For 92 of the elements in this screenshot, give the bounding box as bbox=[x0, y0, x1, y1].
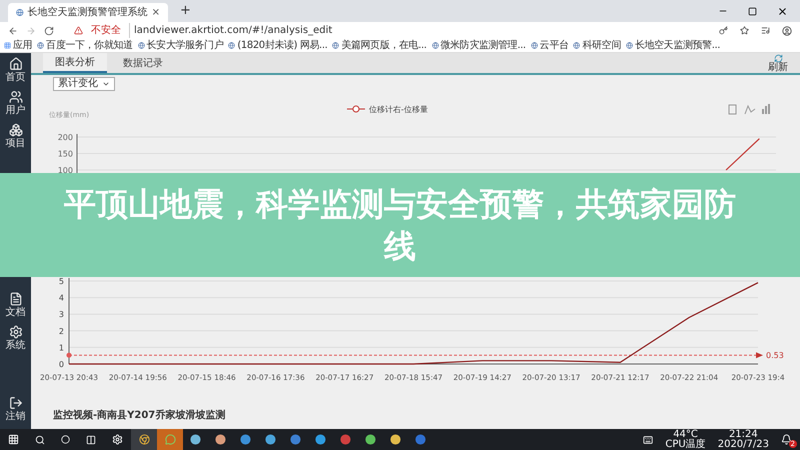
dropdown[interactable]: 累计变化 bbox=[53, 77, 115, 91]
circle-icon[interactable] bbox=[61, 435, 70, 444]
refresh-button[interactable]: 刷新 bbox=[768, 54, 788, 72]
y-tick-label: 150 bbox=[58, 150, 73, 158]
temperature-value: 44°C bbox=[673, 430, 698, 440]
y-tick-label: 5 bbox=[58, 277, 64, 286]
bookmark[interactable]: 云平台 bbox=[540, 40, 568, 50]
search-icon[interactable] bbox=[35, 434, 45, 444]
warning-icon bbox=[74, 26, 83, 35]
y-tick-label: 1 bbox=[58, 343, 64, 352]
flag-marker-icon bbox=[756, 352, 763, 358]
globe-icon bbox=[530, 42, 538, 49]
y-tick-label: 0 bbox=[58, 360, 64, 369]
clock-time: 21:24 bbox=[728, 430, 758, 440]
app-icon[interactable] bbox=[390, 434, 401, 445]
browser-tab[interactable]: 长地空天监测预警管理系统 × bbox=[8, 3, 168, 22]
new-tab-button[interactable]: + bbox=[180, 0, 191, 20]
notification-icon[interactable] bbox=[781, 434, 792, 445]
star-icon[interactable] bbox=[740, 26, 749, 35]
bookmark[interactable]: 美篇网页版，在电... bbox=[341, 40, 427, 50]
site-icon bbox=[16, 8, 24, 17]
app-icon[interactable] bbox=[215, 434, 226, 445]
tab[interactable]: 数据记录 bbox=[111, 53, 175, 73]
app-icon[interactable] bbox=[265, 434, 276, 445]
back-icon[interactable] bbox=[8, 26, 18, 36]
document-icon bbox=[728, 104, 736, 114]
task-view-icon[interactable] bbox=[86, 434, 96, 444]
bookmark[interactable]: 应用 bbox=[13, 40, 32, 50]
logout-item[interactable]: 注销 bbox=[0, 392, 31, 425]
chat-icon bbox=[164, 434, 176, 445]
refresh-icon bbox=[774, 54, 782, 62]
url-text[interactable]: landviewer.akrtiot.com/#!/analysis_edit bbox=[129, 23, 332, 38]
globe-icon bbox=[432, 42, 439, 49]
grid-icon bbox=[4, 42, 11, 49]
globe-icon bbox=[332, 42, 340, 49]
app-icon[interactable] bbox=[240, 434, 251, 445]
bookmark[interactable]: 长安大学服务门户 bbox=[146, 40, 224, 50]
browser-icon bbox=[138, 434, 150, 445]
clock-date: 2020/7/23 bbox=[718, 440, 769, 450]
security-label: 不安全 bbox=[91, 24, 121, 38]
video-title: 监控视频-商南县Y207乔家坡滑坡监测 bbox=[53, 410, 226, 421]
y-tick-label: 100 bbox=[58, 166, 73, 175]
temperature-label: CPU温度 bbox=[665, 440, 706, 450]
tab-close[interactable]: × bbox=[152, 5, 160, 20]
users-icon bbox=[8, 90, 22, 104]
app-icon[interactable] bbox=[315, 434, 326, 445]
y-tick-label: 4 bbox=[58, 294, 64, 303]
legend-label: 位移计右-位移量 bbox=[369, 105, 428, 114]
bookmark[interactable]: 百度一下，你就知道 bbox=[46, 40, 133, 50]
legend-marker bbox=[346, 106, 366, 112]
app-icon[interactable] bbox=[290, 434, 301, 445]
maximize-icon[interactable] bbox=[748, 6, 757, 16]
document-icon bbox=[8, 292, 22, 306]
reload-icon[interactable] bbox=[44, 26, 54, 36]
sidebar-item[interactable]: 项目 bbox=[0, 119, 31, 152]
input-method-icon[interactable] bbox=[643, 434, 654, 444]
start-icon[interactable] bbox=[8, 434, 19, 445]
close-icon[interactable] bbox=[777, 6, 788, 16]
bar-chart-icon bbox=[762, 104, 770, 114]
threshold-label: 0.53 bbox=[766, 351, 784, 360]
app-icon[interactable] bbox=[190, 434, 201, 445]
app-icon[interactable] bbox=[365, 434, 376, 445]
y-tick-label: 2 bbox=[58, 326, 64, 336]
y-tick-label: 3 bbox=[58, 310, 64, 320]
caret-icon bbox=[102, 80, 110, 88]
sidebar-item[interactable]: 首页 bbox=[0, 53, 31, 86]
settings-icon bbox=[8, 324, 22, 338]
globe-icon bbox=[626, 42, 633, 49]
sidebar-item[interactable]: 用户 bbox=[0, 86, 31, 119]
bookmark[interactable]: 长地空天监测预警... bbox=[634, 40, 720, 50]
logout-icon bbox=[8, 396, 22, 410]
tab[interactable]: 图表分析 bbox=[43, 53, 107, 73]
globe-icon bbox=[573, 42, 580, 49]
banner-text: 平顶山地震，科学监测与安全预警，共筑家园防线 bbox=[63, 184, 737, 267]
data-line bbox=[726, 138, 760, 170]
line-chart-icon bbox=[744, 104, 756, 114]
profile-icon[interactable] bbox=[782, 26, 792, 36]
tab-title: 长地空天监测预警管理系统 bbox=[28, 6, 148, 20]
globe-icon bbox=[138, 42, 145, 49]
globe-icon bbox=[37, 42, 44, 49]
bookmark[interactable]: 科研空间 bbox=[582, 40, 621, 50]
sidebar-item[interactable]: 文档 bbox=[0, 288, 31, 321]
boxes-icon bbox=[8, 122, 22, 136]
taskbar-app[interactable] bbox=[131, 429, 157, 450]
playlist-icon[interactable] bbox=[761, 26, 770, 35]
key-icon[interactable] bbox=[719, 26, 728, 35]
bookmark[interactable]: 微米防灾监测管理... bbox=[440, 40, 526, 50]
bookmark[interactable]: (1820封未读) 网易... bbox=[237, 40, 328, 50]
globe-icon bbox=[228, 42, 236, 49]
house-icon bbox=[8, 56, 22, 70]
sidebar-item[interactable]: 系统 bbox=[0, 321, 31, 354]
y-tick-label: 200 bbox=[58, 133, 73, 142]
